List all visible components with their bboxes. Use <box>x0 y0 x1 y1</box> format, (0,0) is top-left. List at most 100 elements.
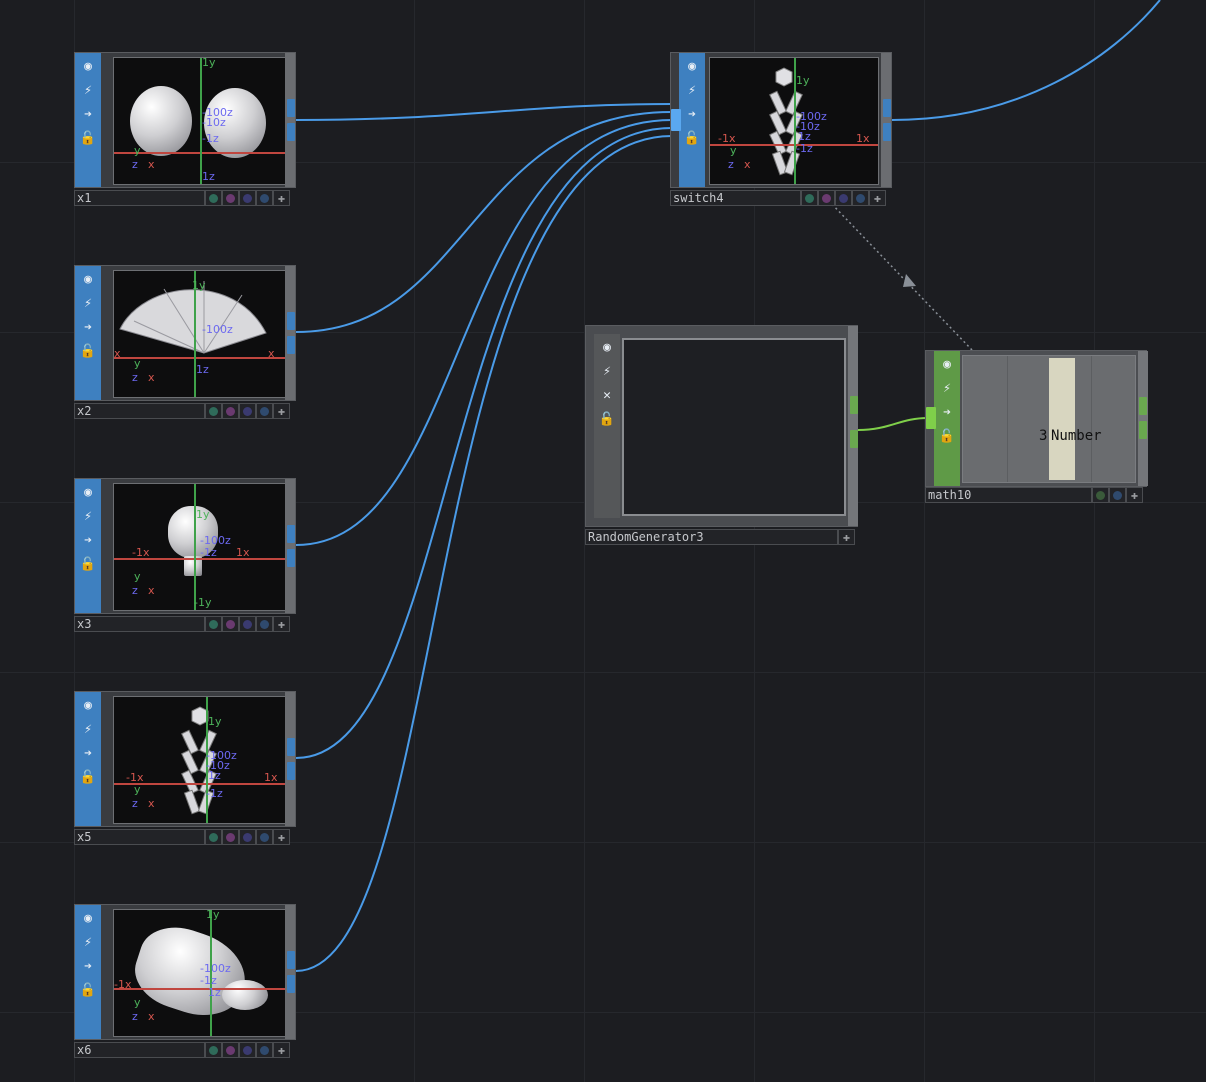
flag-dot[interactable] <box>239 829 256 845</box>
display-flag-icon[interactable]: ➔ <box>79 318 97 336</box>
input-connector[interactable] <box>671 109 681 131</box>
node-randomgenerator3[interactable]: ◉ ⚡ ✕ 🔓 RandomGenerator3 ✚ <box>585 325 858 547</box>
node-name[interactable]: x3 <box>74 616 205 632</box>
lock-icon[interactable]: 🔓 <box>938 427 956 445</box>
display-flag-icon[interactable]: ➔ <box>79 744 97 762</box>
flag-dot[interactable] <box>256 190 273 206</box>
add-icon[interactable]: ✚ <box>1126 487 1143 503</box>
bypass-icon[interactable]: ⚡ <box>79 507 97 525</box>
output-connector[interactable] <box>287 975 295 993</box>
node-name[interactable]: math10 <box>925 487 1092 503</box>
close-icon[interactable]: ✕ <box>598 386 616 404</box>
display-flag-icon[interactable]: ➔ <box>938 403 956 421</box>
bypass-icon[interactable]: ⚡ <box>79 294 97 312</box>
flag-dot[interactable] <box>222 1042 239 1058</box>
lock-icon[interactable]: 🔓 <box>79 981 97 999</box>
flag-dot[interactable] <box>205 829 222 845</box>
output-connector[interactable] <box>287 762 295 780</box>
add-icon[interactable]: ✚ <box>273 190 290 206</box>
node-x2[interactable]: ◉ ⚡ ➔ 🔓 1y -100z 1z x x y z x x2 ✚ <box>74 265 296 419</box>
lock-icon[interactable]: 🔓 <box>598 410 616 428</box>
display-flag-icon[interactable]: ➔ <box>79 957 97 975</box>
node-name[interactable]: x5 <box>74 829 205 845</box>
output-connector[interactable] <box>287 525 295 543</box>
node-name[interactable]: RandomGenerator3 <box>585 529 838 545</box>
flag-dot[interactable] <box>256 829 273 845</box>
add-icon[interactable]: ✚ <box>838 529 855 545</box>
output-connector[interactable] <box>850 396 858 414</box>
bypass-icon[interactable]: ⚡ <box>79 720 97 738</box>
lock-icon[interactable]: 🔓 <box>683 129 701 147</box>
flag-dot[interactable] <box>239 616 256 632</box>
flag-dot[interactable] <box>1092 487 1109 503</box>
view-flag-icon[interactable]: ◉ <box>79 909 97 927</box>
output-connector[interactable] <box>883 99 891 117</box>
bypass-icon[interactable]: ⚡ <box>79 81 97 99</box>
lock-icon[interactable]: 🔓 <box>79 768 97 786</box>
flag-dot[interactable] <box>222 403 239 419</box>
flag-dot[interactable] <box>256 403 273 419</box>
flag-dot[interactable] <box>222 829 239 845</box>
output-connector[interactable] <box>287 951 295 969</box>
flag-dot[interactable] <box>801 190 818 206</box>
output-connector[interactable] <box>287 336 295 354</box>
add-icon[interactable]: ✚ <box>273 616 290 632</box>
flag-dot[interactable] <box>1109 487 1126 503</box>
node-x1[interactable]: ◉ ⚡ ➔ 🔓 1y -100z -10z -1z 1z y z x x1 ✚ <box>74 52 296 206</box>
flag-dot[interactable] <box>222 616 239 632</box>
add-icon[interactable]: ✚ <box>273 1042 290 1058</box>
flag-dot[interactable] <box>205 403 222 419</box>
add-icon[interactable]: ✚ <box>273 403 290 419</box>
display-flag-icon[interactable]: ➔ <box>79 531 97 549</box>
node-x6[interactable]: ◉ ⚡ ➔ 🔓 1y -1x -100z -1z 1z y z x x6 ✚ <box>74 904 296 1058</box>
node-math10[interactable]: ◉ ⚡ ➔ 🔓 3 Number math10 ✚ <box>925 350 1148 505</box>
flag-dot[interactable] <box>818 190 835 206</box>
output-connector[interactable] <box>883 123 891 141</box>
flag-dot[interactable] <box>239 403 256 419</box>
flag-dot[interactable] <box>222 190 239 206</box>
node-switch4[interactable]: ◉ ⚡ ➔ 🔓 1y -1x 1x -100z -10z 1z -1z y z … <box>670 52 892 206</box>
flag-dot[interactable] <box>239 1042 256 1058</box>
view-flag-icon[interactable]: ◉ <box>683 57 701 75</box>
flag-dot[interactable] <box>256 616 273 632</box>
flag-dot[interactable] <box>205 616 222 632</box>
output-connector[interactable] <box>287 99 295 117</box>
flag-dot[interactable] <box>205 1042 222 1058</box>
bypass-icon[interactable]: ⚡ <box>598 362 616 380</box>
bypass-icon[interactable]: ⚡ <box>683 81 701 99</box>
bypass-icon[interactable]: ⚡ <box>938 379 956 397</box>
output-connector[interactable] <box>1139 397 1147 415</box>
add-icon[interactable]: ✚ <box>869 190 886 206</box>
output-connector[interactable] <box>287 549 295 567</box>
flag-dot[interactable] <box>256 1042 273 1058</box>
view-flag-icon[interactable]: ◉ <box>79 270 97 288</box>
flag-dot[interactable] <box>835 190 852 206</box>
output-connector[interactable] <box>1139 421 1147 439</box>
output-connector[interactable] <box>287 123 295 141</box>
node-name[interactable]: x6 <box>74 1042 205 1058</box>
lock-icon[interactable]: 🔓 <box>79 129 97 147</box>
flag-dot[interactable] <box>239 190 256 206</box>
view-flag-icon[interactable]: ◉ <box>79 483 97 501</box>
output-connector[interactable] <box>850 430 858 448</box>
node-name[interactable]: x1 <box>74 190 205 206</box>
node-x3[interactable]: ◉ ⚡ ➔ 🔓 1y -1x 1x -100z -1z -1y y z x x3 <box>74 478 296 632</box>
output-connector[interactable] <box>287 738 295 756</box>
flag-dot[interactable] <box>852 190 869 206</box>
output-connector[interactable] <box>287 312 295 330</box>
display-flag-icon[interactable]: ➔ <box>79 105 97 123</box>
node-x5[interactable]: ◉ ⚡ ➔ 🔓 1y -1x 1x -100z -10z 1z -1z y z … <box>74 691 296 845</box>
view-flag-icon[interactable]: ◉ <box>938 355 956 373</box>
view-flag-icon[interactable]: ◉ <box>598 338 616 356</box>
view-flag-icon[interactable]: ◉ <box>79 57 97 75</box>
display-flag-icon[interactable]: ➔ <box>683 105 701 123</box>
flag-dot[interactable] <box>205 190 222 206</box>
view-flag-icon[interactable]: ◉ <box>79 696 97 714</box>
lock-icon[interactable]: 🔓 <box>79 555 97 573</box>
bypass-icon[interactable]: ⚡ <box>79 933 97 951</box>
input-connector[interactable] <box>926 407 936 429</box>
lock-icon[interactable]: 🔓 <box>79 342 97 360</box>
node-name[interactable]: x2 <box>74 403 205 419</box>
add-icon[interactable]: ✚ <box>273 829 290 845</box>
node-name[interactable]: switch4 <box>670 190 801 206</box>
